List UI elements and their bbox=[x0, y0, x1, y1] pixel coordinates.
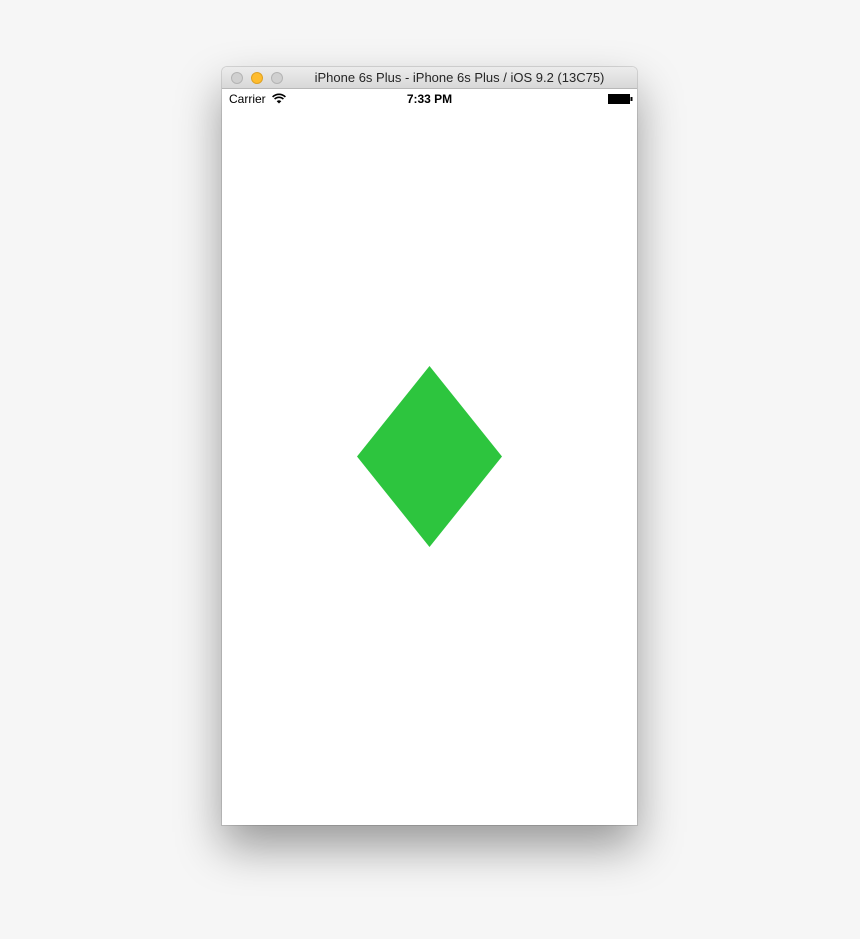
green-diamond-shape bbox=[357, 366, 502, 547]
status-bar: Carrier 7:33 PM bbox=[222, 89, 637, 109]
battery-icon bbox=[608, 94, 633, 104]
simulator-window: iPhone 6s Plus - iPhone 6s Plus / iOS 9.… bbox=[222, 67, 637, 825]
minimize-button[interactable] bbox=[251, 72, 263, 84]
window-titlebar[interactable]: iPhone 6s Plus - iPhone 6s Plus / iOS 9.… bbox=[222, 67, 637, 89]
status-time: 7:33 PM bbox=[406, 92, 453, 106]
device-screen[interactable]: Carrier 7:33 PM bbox=[222, 89, 637, 825]
close-button[interactable] bbox=[231, 72, 243, 84]
zoom-button[interactable] bbox=[271, 72, 283, 84]
window-title: iPhone 6s Plus - iPhone 6s Plus / iOS 9.… bbox=[314, 70, 605, 85]
